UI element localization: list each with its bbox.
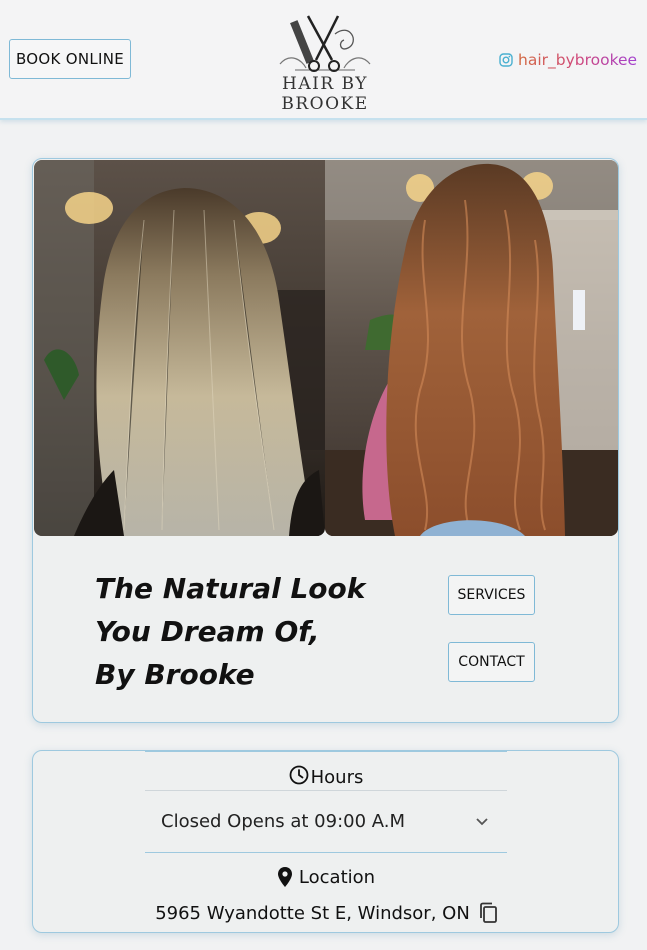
contact-button[interactable]: CONTACT (448, 642, 535, 682)
hours-header: Hours (145, 751, 507, 791)
before-hair-photo (34, 160, 325, 536)
chevron-down-icon (476, 817, 488, 825)
hours-status: Closed Opens at 09:00 A.M (161, 811, 406, 832)
location-label: Location (298, 866, 376, 888)
location-pin-icon (277, 867, 292, 887)
hours-dropdown[interactable]: Closed Opens at 09:00 A.M (145, 791, 507, 853)
instagram-icon (499, 53, 513, 67)
tagline-line-2: You Dream Of, (95, 615, 320, 648)
instagram-link[interactable]: hair_bybrookee (499, 49, 637, 71)
clock-icon (289, 765, 309, 785)
after-hair-photo (325, 160, 618, 536)
hero-card: The Natural Look You Dream Of, By Brooke… (32, 158, 619, 723)
book-online-button[interactable]: BOOK ONLINE (9, 39, 131, 79)
tagline-line-3: By Brooke (95, 658, 255, 691)
site-header: BOOK ONLINE HAIR BY BROOKE hair_bybrooke… (0, 0, 647, 120)
scissors-logo-icon (279, 15, 371, 72)
instagram-handle: hair_bybrookee (518, 51, 638, 69)
address-text: 5965 Wyandotte St E, Windsor, ON (155, 902, 470, 924)
address-row: 5965 Wyandotte St E, Windsor, ON (33, 899, 620, 927)
info-card: Hours Closed Opens at 09:00 A.M Location… (32, 750, 619, 933)
services-button[interactable]: SERVICES (448, 575, 535, 615)
hero-tagline: The Natural Look You Dream Of, By Brooke (95, 567, 395, 696)
tagline-line-1: The Natural Look (95, 572, 366, 605)
logo-text: HAIR BY BROOKE (281, 74, 369, 114)
logo[interactable]: HAIR BY BROOKE (240, 12, 410, 114)
location-header: Location (145, 863, 507, 891)
hours-label: Hours (310, 767, 364, 788)
copy-icon[interactable] (478, 902, 498, 924)
